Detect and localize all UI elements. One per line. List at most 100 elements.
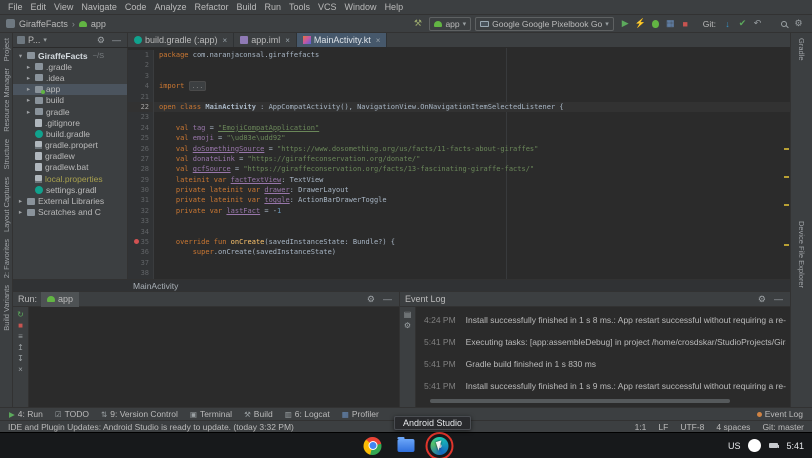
line-number[interactable]: 23 (128, 112, 154, 122)
code-line[interactable]: 38 (128, 268, 790, 278)
tree-item-gradlew[interactable]: gradlew (13, 151, 127, 162)
panel-settings-gear-icon[interactable]: ⚙ (95, 35, 107, 46)
close-tab-icon[interactable]: × (376, 36, 381, 45)
code-line[interactable]: 27 val donateLink = "https://giraffecons… (128, 154, 790, 164)
tree-item-settings-gradl[interactable]: settings.gradl (13, 184, 127, 195)
line-number[interactable]: 4 (128, 81, 154, 91)
tool-window-button-6-logcat[interactable]: ▥6: Logcat (280, 409, 335, 419)
wrench-icon[interactable]: ⚙ (400, 321, 415, 330)
menu-help[interactable]: Help (381, 0, 408, 15)
event-log-settings-gear-icon[interactable]: ⚙ (756, 294, 768, 305)
tool-stripe-gradle[interactable]: Gradle (797, 38, 806, 61)
scroll-up-icon[interactable]: ↥ (13, 343, 28, 352)
run-config-dropdown[interactable]: app ▾ (429, 17, 471, 31)
status-widget-4-spaces[interactable]: 4 spaces (716, 422, 750, 432)
horizontal-scrollbar[interactable] (430, 399, 730, 403)
code-line[interactable]: 24 val tag = "EmojiCompatApplication" (128, 123, 790, 133)
code-line[interactable]: 23 (128, 112, 790, 122)
line-number[interactable]: 36 (128, 247, 154, 257)
code-line[interactable]: 36 super.onCreate(savedInstanceState) (128, 247, 790, 257)
line-number[interactable]: 24 (128, 123, 154, 133)
line-number[interactable]: 27 (128, 154, 154, 164)
code-line[interactable]: 25 val emoji = "\ud83e\udd92" (128, 133, 790, 143)
tool-window-button-todo[interactable]: ☑TODO (50, 409, 94, 419)
line-number[interactable]: 38 (128, 268, 154, 278)
tree-item-gradle[interactable]: ▸gradle (13, 106, 127, 117)
line-number[interactable]: 22 (128, 102, 154, 112)
stop-icon[interactable]: ■ (13, 321, 28, 330)
tool-stripe-project[interactable]: Project (2, 38, 11, 61)
code-line[interactable]: 2 (128, 60, 790, 70)
debug-icon[interactable] (652, 20, 659, 28)
breadcrumb-project[interactable]: GiraffeFacts (19, 19, 68, 29)
git-update-icon[interactable]: ↓ (720, 19, 735, 29)
line-number[interactable]: 32 (128, 206, 154, 216)
tool-stripe-layout-captures[interactable]: Layout Captures (2, 177, 11, 232)
menu-run[interactable]: Run (261, 0, 286, 15)
breakpoint-icon[interactable] (134, 239, 139, 244)
menu-vcs[interactable]: VCS (314, 0, 341, 15)
line-number[interactable]: 29 (128, 175, 154, 185)
menu-view[interactable]: View (50, 0, 77, 15)
tool-window-button-build[interactable]: ⚒Build (239, 409, 278, 419)
code-line[interactable]: 31 private lateinit var toggle: ActionBa… (128, 195, 790, 205)
close-tab-icon[interactable]: × (223, 36, 228, 45)
tree-item-giraffefacts[interactable]: ▾GiraffeFacts~/S (13, 50, 127, 61)
run-tab-app[interactable]: app (41, 292, 79, 307)
code-line[interactable]: 21 (128, 92, 790, 102)
menu-file[interactable]: File (4, 0, 27, 15)
panel-hide-icon[interactable]: — (110, 35, 123, 45)
tree-item-gradlew-bat[interactable]: gradlew.bat (13, 162, 127, 173)
tool-window-button-4-run[interactable]: ▶4: Run (4, 409, 48, 419)
editor-tab-build-gradle-app[interactable]: build.gradle (:app)× (128, 33, 234, 47)
status-widget-git-master[interactable]: Git: master (762, 422, 804, 432)
code-line[interactable]: 3 (128, 71, 790, 81)
event-log-entry[interactable]: 4:24 PMInstall successfully finished in … (424, 315, 786, 325)
tool-window-button-profiler[interactable]: ▦Profiler (337, 409, 384, 419)
tool-stripe-device-file-explorer[interactable]: Device File Explorer (797, 221, 806, 288)
stop-icon[interactable]: ■ (678, 19, 693, 29)
menu-tools[interactable]: Tools (285, 0, 314, 15)
tree-item-gitignore[interactable]: .gitignore (13, 117, 127, 128)
tool-stripe-structure[interactable]: Structure (2, 139, 11, 169)
project-panel-header[interactable]: P... ▾ ⚙ — (13, 33, 128, 47)
key board-layout-indicator[interactable]: US (728, 441, 741, 451)
account-avatar[interactable] (748, 439, 761, 452)
menu-build[interactable]: Build (232, 0, 260, 15)
tree-item-scratches-and-c[interactable]: ▸Scratches and C (13, 207, 127, 218)
code-line[interactable]: 29 lateinit var factTextView: TextView (128, 175, 790, 185)
event-log-entry[interactable]: 5:41 PMInstall successfully finished in … (424, 381, 786, 391)
code-line[interactable]: 34 (128, 227, 790, 237)
tree-item-external-libraries[interactable]: ▸External Libraries (13, 195, 127, 206)
system-tray[interactable]: US 5:41 (728, 439, 804, 452)
tool-window-button-9-version-control[interactable]: ⇅9: Version Control (96, 409, 183, 419)
scrollbar-error-stripe[interactable] (782, 48, 790, 279)
clock[interactable]: 5:41 (786, 441, 804, 451)
line-number[interactable]: 37 (128, 258, 154, 268)
tree-item-idea[interactable]: ▸.idea (13, 72, 127, 83)
status-widget-lf[interactable]: LF (658, 422, 668, 432)
code-line[interactable]: 30 private lateinit var drawer: DrawerLa… (128, 185, 790, 195)
close-tab-icon[interactable]: × (285, 36, 290, 45)
editor-tab-mainactivity-kt[interactable]: MainActivity.kt× (297, 33, 388, 47)
status-widget-1-1[interactable]: 1:1 (635, 422, 647, 432)
tool-window-button-terminal[interactable]: ▣Terminal (185, 409, 237, 419)
code-line[interactable]: 33 (128, 216, 790, 226)
scroll-down-icon[interactable]: ↧ (13, 354, 28, 363)
chrome-icon[interactable] (364, 437, 382, 455)
menu-edit[interactable]: Edit (27, 0, 51, 15)
menu-analyze[interactable]: Analyze (150, 0, 190, 15)
clear-icon[interactable]: × (13, 365, 28, 374)
line-number[interactable]: 25 (128, 133, 154, 143)
profiler-icon[interactable]: ▦ (663, 18, 678, 29)
line-number[interactable]: 3 (128, 71, 154, 81)
tool-stripe-2-favorites[interactable]: 2: Favorites (2, 239, 11, 278)
line-number[interactable]: 2 (128, 60, 154, 70)
git-revert-icon[interactable]: ↶ (750, 18, 765, 29)
code-line[interactable]: 32 private var lastFact = -1 (128, 206, 790, 216)
build-hammer-icon[interactable]: ⚒ (410, 18, 425, 29)
line-number[interactable]: 1 (128, 50, 154, 60)
breadcrumb-module[interactable]: app (91, 19, 106, 29)
menu-refactor[interactable]: Refactor (190, 0, 232, 15)
line-number[interactable]: 33 (128, 216, 154, 226)
